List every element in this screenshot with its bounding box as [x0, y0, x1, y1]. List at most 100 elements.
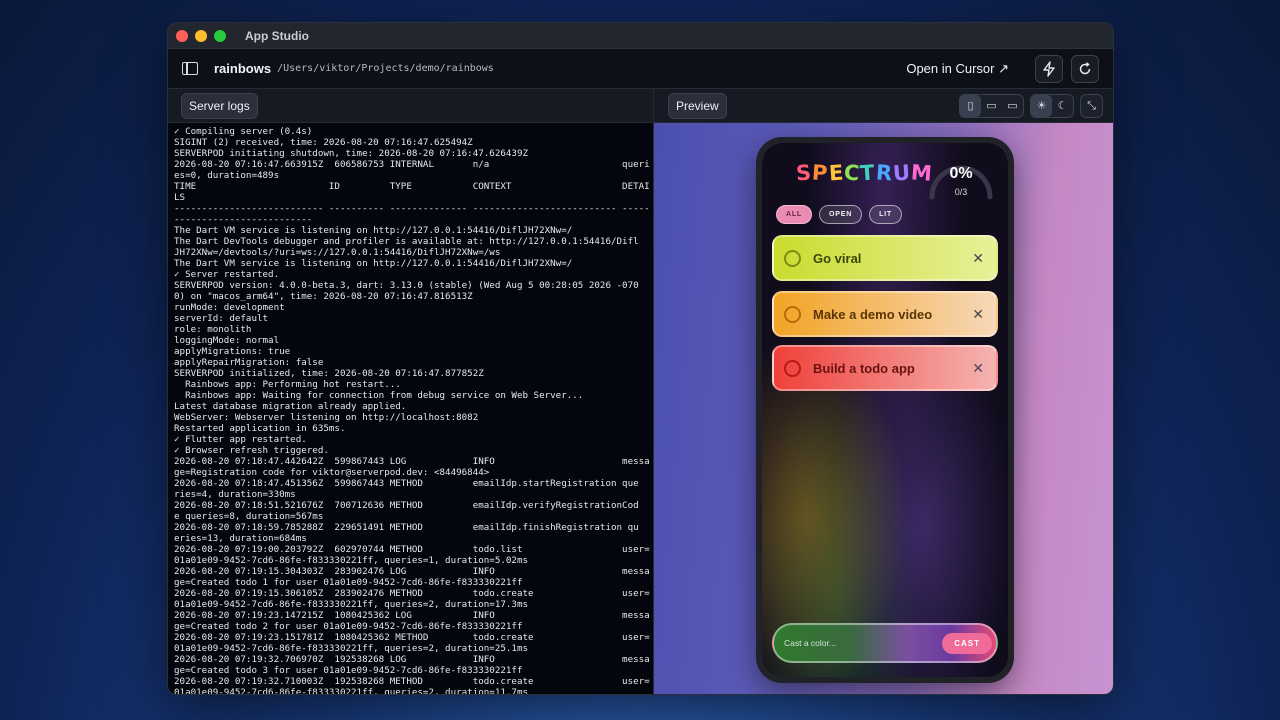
delete-icon[interactable]: ✕ [972, 306, 984, 323]
log-line: 2026-08-20 07:19:15.306105Z 283902476 ME… [174, 588, 650, 599]
collapse-control: ⤡ [1080, 93, 1103, 118]
project-name: rainbows [214, 61, 272, 76]
minimize-window-button[interactable] [195, 29, 207, 42]
main-toolbar: rainbows /Users/viktor/Projects/demo/rai… [168, 49, 1113, 89]
log-line: 2026-08-20 07:18:47.442642Z 599867443 LO… [174, 456, 650, 467]
logo-letter: P [811, 160, 830, 186]
log-line: es=0, duration=489s [174, 170, 280, 181]
log-line: role: monolith [174, 324, 252, 335]
log-line: serverId: default [174, 313, 269, 324]
log-line: ge=Created todo 1 for user 01a01e09-9452… [174, 577, 523, 588]
todo-item[interactable]: Go viral ✕ [772, 235, 998, 281]
log-line: 2026-08-20 07:18:47.451356Z 599867443 ME… [174, 478, 639, 489]
filter-all[interactable]: ALL [776, 205, 813, 224]
log-line: ✓ Flutter app restarted. [174, 434, 307, 445]
log-line: 0) on "macos_arm64", time: 2026-08-20 07… [174, 291, 473, 302]
logo-letter: S [795, 160, 813, 186]
log-line: TIME ID TYPE CONTEXT DETAI [174, 181, 650, 192]
log-line: JH72XNw=/devtools/?uri=ws://127.0.0.1:54… [174, 247, 501, 258]
tab-server-logs[interactable]: Server logs [181, 92, 258, 119]
cast-input-bar: Cast a color... CAST [772, 623, 998, 663]
progress-count: 0/3 [954, 187, 968, 197]
todo-label: Make a demo video [813, 306, 933, 322]
log-line: ------------------------- [174, 214, 313, 225]
cast-input[interactable]: Cast a color... [784, 638, 942, 648]
log-line: SERVERPOD version: 4.0.0-beta.3, dart: 3… [174, 280, 639, 291]
logo-letter: E [827, 160, 845, 186]
device-selector: ▯ ▭ ▭ [959, 93, 1024, 118]
logo-letter: U [891, 160, 912, 186]
log-line: LS [174, 192, 186, 203]
log-line: applyMigrations: true [174, 346, 291, 357]
log-line: ries=4, duration=330ms [174, 489, 296, 500]
open-in-cursor-link[interactable]: Open in Cursor ↗ [906, 61, 1009, 77]
log-line: 2026-08-20 07:19:32.710003Z 192538268 ME… [174, 676, 650, 687]
panel-header-bar: Server logs Preview ▯ ▭ ▭ ☀ ☾ ⤡ [168, 89, 1113, 123]
sun-icon[interactable]: ☀ [1031, 94, 1052, 117]
log-line: ge=Created todo 2 for user 01a01e09-9452… [174, 621, 523, 632]
log-line: runMode: development [174, 302, 285, 313]
log-line: Latest database migration already applie… [174, 401, 407, 412]
desktop-icon[interactable]: ▭ [1002, 95, 1023, 117]
delete-icon[interactable]: ✕ [972, 360, 984, 377]
log-line: The Dart VM service is listening on http… [174, 258, 573, 269]
filter-open[interactable]: OPEN [819, 205, 863, 224]
todo-checkbox[interactable] [784, 249, 801, 267]
log-line: SIGINT (2) received, time: 2026-08-20 07… [174, 137, 473, 148]
log-line: WebServer: Webserver listening on http:/… [174, 412, 479, 423]
phone-frame: SPECTRUM 0% 0/3 ALL OPEN LIT Go viral ✕ … [756, 137, 1014, 683]
log-line: 01a01e09-9452-7cd6-86fe-f833330221ff, qu… [174, 555, 529, 566]
refresh-icon[interactable] [1071, 54, 1099, 83]
log-line: applyRepairMigration: false [174, 357, 324, 368]
todo-item[interactable]: Make a demo video ✕ [772, 291, 998, 337]
window-title: App Studio [245, 28, 309, 43]
delete-icon[interactable]: ✕ [972, 250, 984, 267]
zoom-window-button[interactable] [214, 29, 226, 42]
close-window-button[interactable] [176, 29, 188, 42]
sidebar-icon[interactable] [182, 62, 198, 75]
log-line: 01a01e09-9452-7cd6-86fe-f833330221ff, qu… [174, 687, 529, 695]
theme-selector: ☀ ☾ [1030, 93, 1074, 118]
cast-button[interactable]: CAST [942, 632, 992, 654]
app-window: App Studio rainbows /Users/viktor/Projec… [167, 22, 1114, 695]
log-line: 01a01e09-9452-7cd6-86fe-f833330221ff, qu… [174, 599, 529, 610]
log-line: Rainbows app: Waiting for connection fro… [174, 390, 584, 401]
tablet-icon[interactable]: ▭ [981, 95, 1002, 117]
preview-header: Preview ▯ ▭ ▭ ☀ ☾ ⤡ [654, 89, 1113, 122]
progress-percent: 0% [949, 165, 973, 182]
filter-chips: ALL OPEN LIT [776, 205, 909, 224]
phone-icon[interactable]: ▯ [960, 94, 981, 117]
log-line: The Dart DevTools debugger and profiler … [174, 236, 639, 247]
log-line: Restarted application in 635ms. [174, 423, 346, 434]
todo-label: Build a todo app [813, 360, 915, 376]
log-line: ge=Registration code for viktor@serverpo… [174, 467, 490, 478]
main-content: ✓ Compiling server (0.4s) SIGINT (2) rece… [168, 123, 1113, 695]
lightning-icon[interactable] [1035, 54, 1063, 83]
moon-icon[interactable]: ☾ [1052, 95, 1073, 117]
todo-checkbox[interactable] [784, 305, 801, 323]
log-line: SERVERPOD initialized, time: 2026-08-20 … [174, 368, 484, 379]
log-line: SERVERPOD initiating shutdown, time: 202… [174, 148, 529, 159]
filter-lit[interactable]: LIT [869, 205, 902, 224]
log-line: 2026-08-20 07:19:15.304303Z 283902476 LO… [174, 566, 650, 577]
todo-label: Go viral [813, 250, 862, 266]
log-line: 2026-08-20 07:19:32.706970Z 192538268 LO… [174, 654, 650, 665]
progress-ring: 0% 0/3 [928, 157, 994, 201]
logo-letter: T [859, 160, 877, 186]
log-line: ✓ Compiling server (0.4s) [174, 126, 313, 137]
preview-pane: SPECTRUM 0% 0/3 ALL OPEN LIT Go viral ✕ … [654, 123, 1113, 694]
tab-preview[interactable]: Preview [668, 92, 727, 119]
log-line: 01a01e09-9452-7cd6-86fe-f833330221ff, qu… [174, 643, 529, 654]
todo-checkbox[interactable] [784, 359, 801, 377]
todo-item[interactable]: Build a todo app ✕ [772, 345, 998, 391]
log-line: ✓ Server restarted. [174, 269, 280, 280]
collapse-icon[interactable]: ⤡ [1081, 95, 1102, 117]
log-line: Rainbows app: Performing hot restart... [174, 379, 401, 390]
log-line: 2026-08-20 07:18:59.785288Z 229651491 ME… [174, 522, 639, 533]
project-path: /Users/viktor/Projects/demo/rainbows [277, 63, 494, 74]
log-line: ✓ Browser refresh triggered. [174, 445, 329, 456]
app-logo: SPECTRUM [795, 160, 933, 186]
log-line: 2026-08-20 07:16:47.663915Z 606586753 IN… [174, 159, 650, 170]
log-line: --------------------------- ---------- -… [174, 203, 650, 214]
log-line: loggingMode: normal [174, 335, 280, 346]
